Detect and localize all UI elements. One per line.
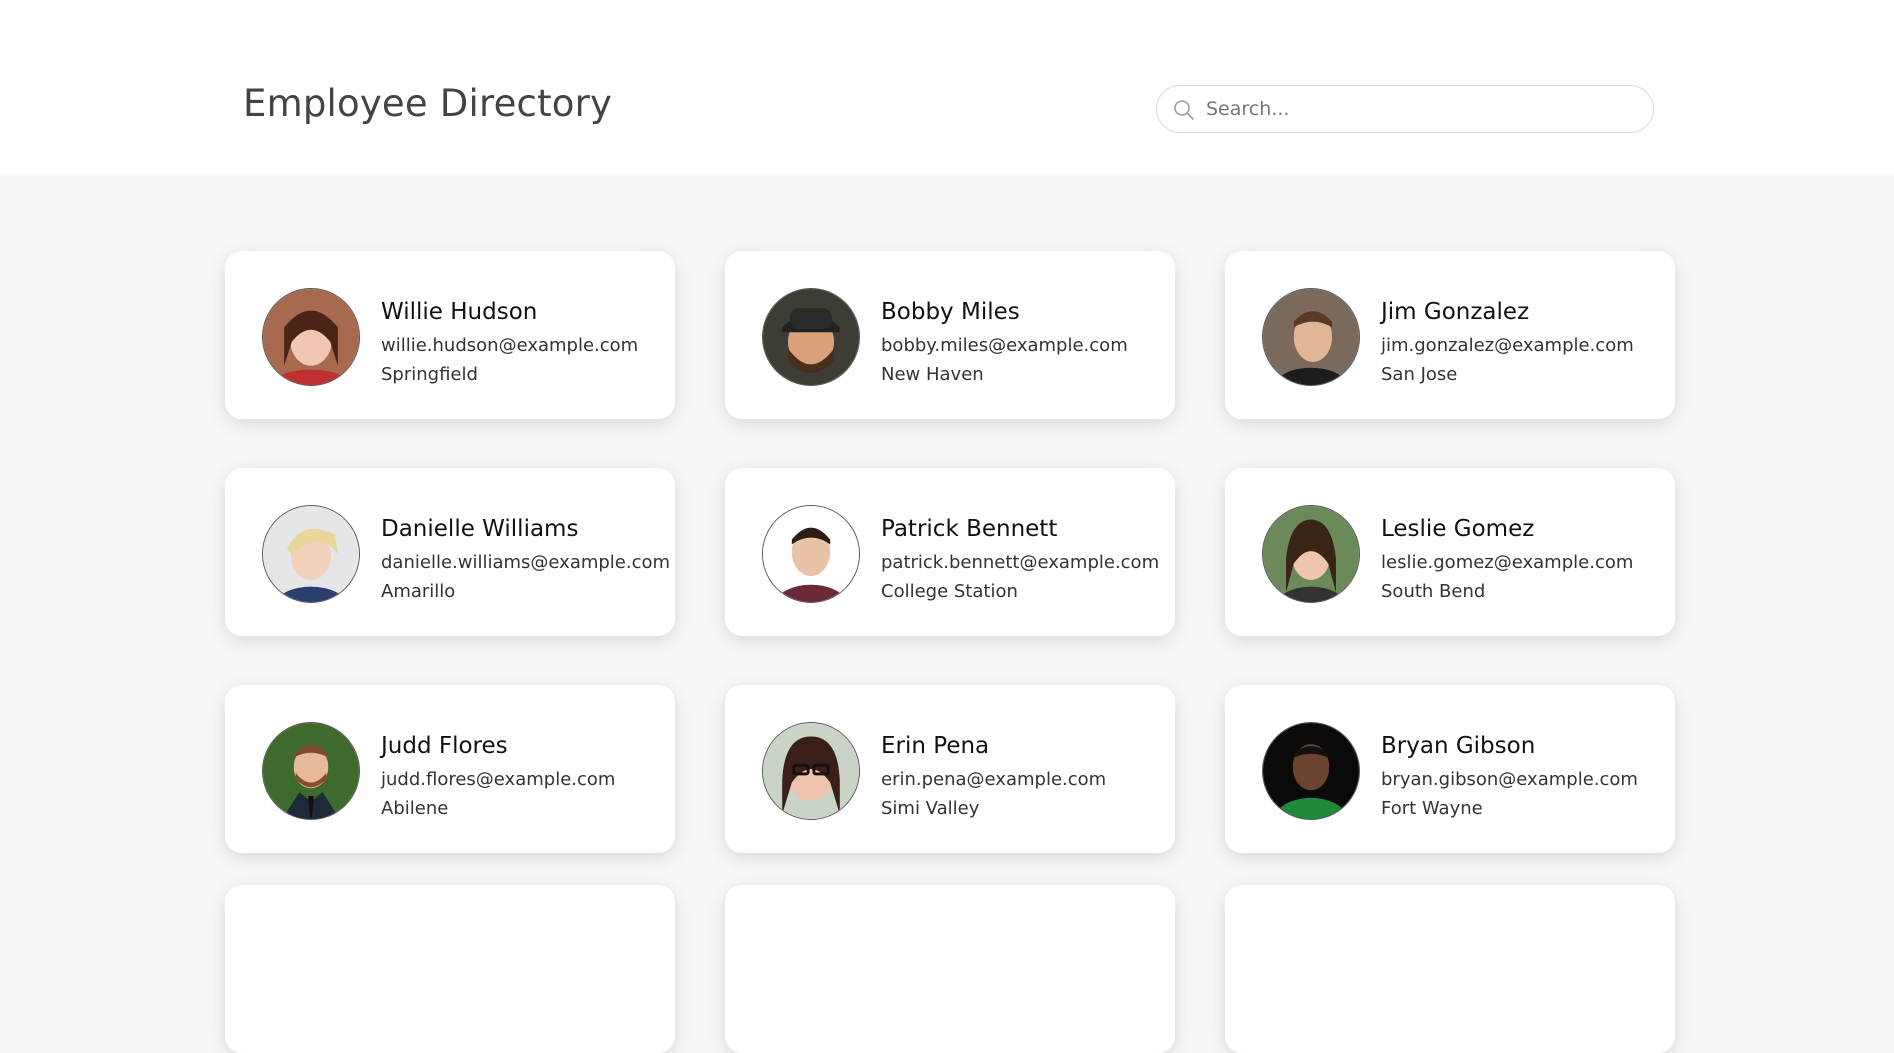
employee-card-partial[interactable] [1225,885,1675,1053]
search-icon [1174,100,1194,120]
employee-city: Amarillo [381,581,456,602]
employee-card[interactable]: Bobby Miles bobby.miles@example.com New … [725,251,1175,419]
employee-email: jim.gonzalez@example.com [1381,335,1634,356]
employee-card-partial[interactable] [725,885,1175,1053]
avatar [762,505,860,603]
employee-card[interactable]: Erin Pena erin.pena@example.com Simi Val… [725,685,1175,853]
employee-email: patrick.bennett@example.com [881,552,1160,573]
employee-email: leslie.gomez@example.com [1381,552,1634,573]
employee-email: bryan.gibson@example.com [1381,769,1638,790]
employee-city: College Station [881,581,1018,602]
avatar [262,722,360,820]
avatar [1262,722,1360,820]
employee-name: Bobby Miles [881,299,1020,325]
employee-city: Springfield [381,364,478,385]
employee-card[interactable]: Judd Flores judd.flores@example.com Abil… [225,685,675,853]
employee-name: Jim Gonzalez [1381,299,1530,325]
employee-city: Abilene [381,798,449,819]
avatar [262,505,360,603]
employee-email: judd.flores@example.com [381,769,616,790]
search-input[interactable] [1206,94,1626,124]
employee-card[interactable]: Danielle Williams danielle.williams@exam… [225,468,675,636]
employee-city: Fort Wayne [1381,798,1483,819]
employee-email: danielle.williams@example.com [381,552,671,573]
page-header: Employee Directory [0,0,1894,175]
employee-email: erin.pena@example.com [881,769,1107,790]
employee-city: San Jose [1381,364,1458,385]
employee-name: Bryan Gibson [1381,733,1536,759]
employee-card[interactable]: Leslie Gomez leslie.gomez@example.com So… [1225,468,1675,636]
employee-name: Judd Flores [381,733,508,759]
employee-city: Simi Valley [881,798,980,819]
employee-email: willie.hudson@example.com [381,335,639,356]
employee-name: Erin Pena [881,733,990,759]
employee-city: South Bend [1381,581,1486,602]
avatar [762,722,860,820]
avatar [762,288,860,386]
employee-name: Leslie Gomez [1381,516,1535,542]
avatar [1262,288,1360,386]
employee-city: New Haven [881,364,984,385]
search-box[interactable] [1156,85,1654,133]
employee-card-partial[interactable] [225,885,675,1053]
employee-email: bobby.miles@example.com [881,335,1128,356]
avatar [1262,505,1360,603]
employee-name: Willie Hudson [381,299,538,325]
avatar [262,288,360,386]
employee-name: Danielle Williams [381,516,579,542]
employee-card[interactable]: Willie Hudson willie.hudson@example.com … [225,251,675,419]
employee-card[interactable]: Jim Gonzalez jim.gonzalez@example.com Sa… [1225,251,1675,419]
employee-card[interactable]: Bryan Gibson bryan.gibson@example.com Fo… [1225,685,1675,853]
page-title: Employee Directory [243,82,613,125]
employee-card[interactable]: Patrick Bennett patrick.bennett@example.… [725,468,1175,636]
employee-name: Patrick Bennett [881,516,1058,542]
